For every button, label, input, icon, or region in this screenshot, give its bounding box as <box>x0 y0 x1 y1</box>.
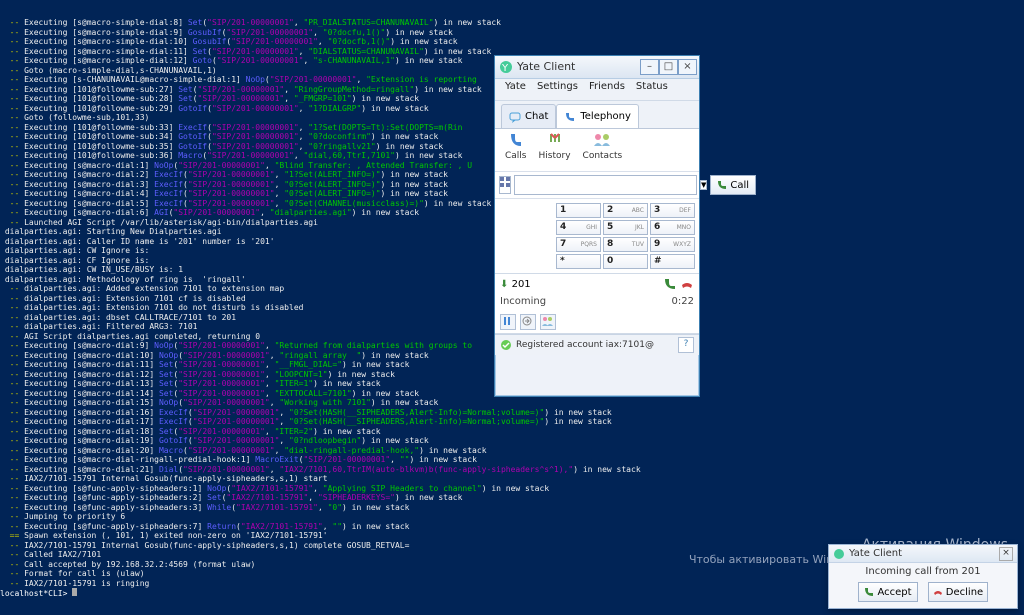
key-6[interactable]: MNO 6 <box>650 220 695 235</box>
active-call-row[interactable]: ⬇ 201 <box>495 273 699 294</box>
call-icon <box>717 180 727 190</box>
key-9[interactable]: WXYZ 9 <box>650 237 695 252</box>
toolbar-calls[interactable]: Calls <box>505 132 527 168</box>
accept-icon <box>864 587 874 597</box>
yate-statusbar: Registered account iax:7101@ ? <box>495 334 699 355</box>
key-2[interactable]: ABC 2 <box>603 203 648 218</box>
menu-yate[interactable]: Yate <box>501 81 530 98</box>
key-8[interactable]: TUV 8 <box>603 237 648 252</box>
number-dropdown[interactable]: ▼ <box>700 180 707 190</box>
tab-telephony[interactable]: Telephony <box>556 104 639 128</box>
accept-call-button[interactable]: Accept <box>858 582 918 602</box>
status-text: Registered account iax:7101@ <box>516 340 654 350</box>
call-number: 201 <box>512 279 531 290</box>
toolbar-history[interactable]: History <box>539 132 571 168</box>
key-1[interactable]: 1 <box>556 203 601 218</box>
popup-message: Incoming call from 201 <box>829 563 1017 580</box>
call-status: Incoming <box>500 296 546 307</box>
menu-settings[interactable]: Settings <box>533 81 582 98</box>
key-7[interactable]: PQRS 7 <box>556 237 601 252</box>
menu-status[interactable]: Status <box>632 81 672 98</box>
key-3[interactable]: DEF 3 <box>650 203 695 218</box>
svg-text:Y: Y <box>501 63 509 74</box>
transfer-button[interactable] <box>520 314 536 330</box>
menu-friends[interactable]: Friends <box>585 81 629 98</box>
pause-icon <box>501 315 513 327</box>
call-input-row: ▼ Call <box>495 172 699 199</box>
yate-app-icon: Y <box>499 60 513 74</box>
key-5[interactable]: JKL 5 <box>603 220 648 235</box>
call-actions-row <box>495 311 699 334</box>
yate-titlebar[interactable]: Y Yate Client – □ × <box>495 56 699 79</box>
conference-button[interactable] <box>540 314 556 330</box>
status-connected-icon <box>500 339 512 351</box>
tab-telephony-label: Telephony <box>580 111 631 122</box>
popup-close-button[interactable]: × <box>999 547 1013 561</box>
call-status-row: Incoming 0:22 <box>495 294 699 311</box>
yate-minimize-button[interactable]: – <box>640 59 659 75</box>
yate-toolbar: Calls History Contacts <box>495 129 699 172</box>
phone-icon <box>564 111 576 123</box>
call-duration: 0:22 <box>672 296 694 307</box>
grid-icon <box>500 177 510 187</box>
yate-title: Yate Client <box>517 60 575 73</box>
popup-app-icon <box>833 548 845 560</box>
yate-close-button[interactable]: × <box>678 59 697 75</box>
key-0[interactable]: 0 <box>603 254 648 269</box>
answer-icon[interactable] <box>663 277 677 291</box>
decline-call-button[interactable]: Decline <box>928 582 988 602</box>
calls-icon <box>508 132 524 150</box>
help-button[interactable]: ? <box>678 337 694 353</box>
transfer-icon <box>521 315 533 327</box>
popup-titlebar[interactable]: Yate Client × <box>829 545 1017 563</box>
tab-chat[interactable]: Chat <box>501 104 556 128</box>
dial-number-input[interactable] <box>514 175 697 195</box>
toolbar-contacts[interactable]: Contacts <box>583 132 623 168</box>
yate-tabbar: Chat Telephony <box>495 101 699 129</box>
dial-mode-selector[interactable] <box>499 176 511 194</box>
decline-icon <box>933 587 943 597</box>
call-button[interactable]: Call <box>710 175 756 195</box>
people-icon <box>541 315 553 327</box>
key-*[interactable]: * <box>556 254 601 269</box>
yate-menubar: Yate Settings Friends Status <box>495 79 699 101</box>
key-#[interactable]: # <box>650 254 695 269</box>
key-4[interactable]: GHI 4 <box>556 220 601 235</box>
incoming-call-popup: Yate Client × Incoming call from 201 Acc… <box>828 544 1018 609</box>
yate-window: Y Yate Client – □ × Yate Settings Friend… <box>494 55 700 397</box>
yate-maximize-button[interactable]: □ <box>659 59 678 75</box>
popup-title: Yate Client <box>849 548 902 559</box>
dial-keypad: 1ABC 2DEF 3 GHI 4JKL 5MNO 6 PQRS 7TUV 8WXY… <box>495 199 699 273</box>
chat-icon <box>509 111 521 123</box>
hangup-icon[interactable] <box>680 277 694 291</box>
hold-button[interactable] <box>500 314 516 330</box>
history-icon <box>547 132 563 150</box>
contacts-icon <box>592 132 612 150</box>
tab-chat-label: Chat <box>525 111 548 122</box>
